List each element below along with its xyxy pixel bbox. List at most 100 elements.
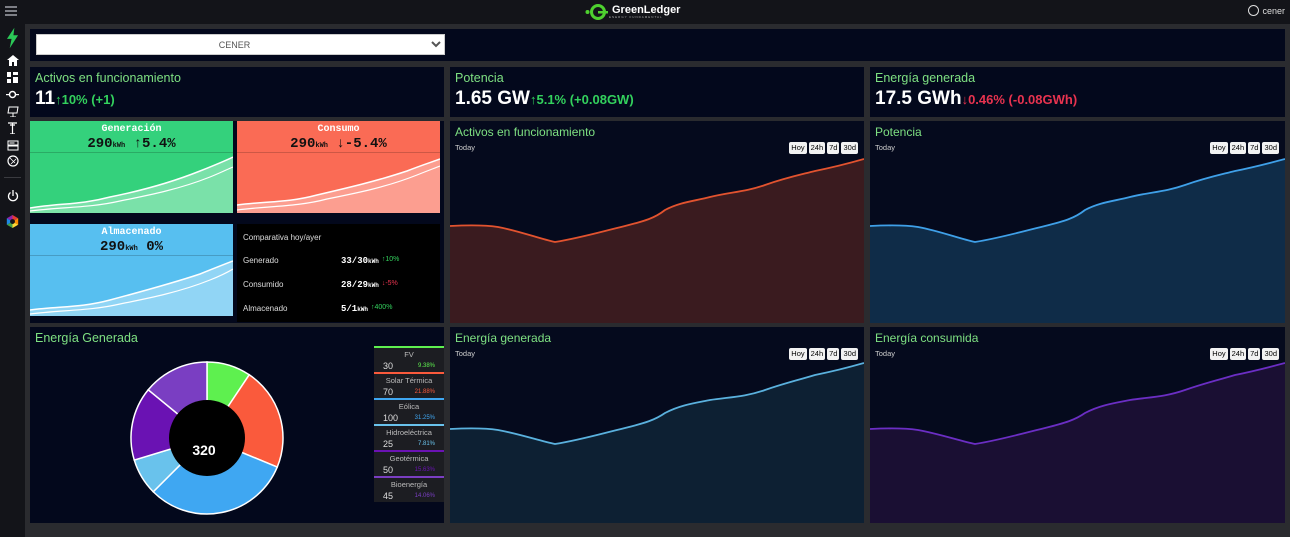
legend-pct: 31.25% — [414, 415, 435, 421]
row-delta: ↑10% — [381, 256, 400, 263]
chart-activos: Activos en funcionamiento Today Hoy 24h … — [450, 121, 864, 323]
kpi-energia-generada: Energía generada 17.5 GWh↓0.46% (-0.08GW… — [870, 67, 1285, 117]
logo: GreenLedger ENERGY FUNDAMENTAL — [585, 2, 680, 22]
value-number: 290 — [87, 136, 113, 152]
legend-value: 25 — [383, 439, 394, 449]
app-logo-icon[interactable] — [6, 213, 19, 229]
logo-text: GreenLedger — [612, 4, 681, 16]
value-number: 290 — [290, 136, 316, 152]
legend-value: 45 — [383, 491, 394, 501]
value-number: 290 — [99, 239, 126, 255]
sidebar — [0, 24, 25, 537]
area-chart — [450, 158, 864, 323]
chart-energia-consumida: Energía consumida Today Hoy 24h 7d 30d — [870, 327, 1285, 523]
kpi-value: 11 — [35, 88, 56, 109]
legend-value: 100 — [383, 413, 399, 423]
plug-icon[interactable] — [6, 88, 19, 100]
sidebar-divider — [4, 177, 21, 178]
top-bar: GreenLedger ENERGY FUNDAMENTAL cener — [0, 0, 1290, 24]
value-unit: kWh — [112, 142, 126, 150]
legend-item: Solar Térmica 70 21.88% — [374, 372, 444, 397]
value-unit: kWh — [125, 245, 138, 253]
row-value: 33/30kWh — [341, 256, 379, 266]
row-value-unit: kWh — [368, 258, 379, 265]
card-title: Generación — [101, 124, 162, 135]
logo-icon — [585, 4, 608, 20]
legend-pct: 14.06% — [414, 493, 435, 499]
legend-item: Eólica 100 31.25% — [374, 398, 444, 423]
kpi-delta: ↑5.1% (+0.08GW) — [529, 92, 634, 107]
user-menu[interactable]: cener — [1248, 5, 1285, 16]
row-value-number: 28/29 — [341, 280, 369, 290]
home-icon[interactable] — [6, 54, 19, 66]
row-value: 28/29kWh — [341, 280, 379, 290]
donut-chart — [130, 361, 284, 515]
legend-pct: 7.81% — [417, 441, 435, 447]
comparativa-row: Almacenado 5/1kWh ↑400% — [243, 304, 434, 314]
kpi-title: Energía generada — [875, 71, 976, 85]
legend-value: 30 — [383, 361, 394, 371]
site-select[interactable]: CENER — [36, 34, 445, 55]
chart-energia-generada: Energía generada Today Hoy 24h 7d 30d — [450, 327, 864, 523]
card-value: 290kWh ↓-5.4% — [237, 136, 440, 152]
legend-name: Bioenergía — [390, 480, 428, 489]
row-delta: ↓-5% — [381, 280, 398, 287]
row-delta: ↑400% — [371, 304, 393, 311]
area-chart — [450, 362, 864, 523]
kpi-value: 1.65 GW — [455, 88, 530, 109]
legend-name: Eólica — [398, 402, 420, 411]
tower-icon[interactable] — [6, 122, 19, 134]
legend-name: Geotérmica — [389, 454, 429, 463]
row-value-number: 5/1 — [341, 304, 358, 314]
legend-value: 70 — [383, 387, 394, 397]
row-label: Generado — [243, 256, 279, 265]
sparkline — [30, 260, 233, 316]
value-delta: ↑5.4% — [133, 136, 176, 152]
value-delta: 0% — [146, 239, 164, 255]
kpi-delta: ↓0.46% (-0.08GWh) — [961, 92, 1078, 107]
row-value-unit: kWh — [357, 306, 369, 313]
card-value: 290kWh 0% — [30, 239, 233, 255]
legend-pct: 15.63% — [414, 467, 435, 473]
menu-icon[interactable] — [5, 6, 17, 16]
generacion-card: Generación 290kWh ↑5.4% — [30, 121, 233, 213]
kpi-title: Activos en funcionamiento — [35, 71, 181, 85]
comparativa-row: Generado 33/30kWh ↑10% — [243, 256, 434, 266]
dashboard-icon[interactable] — [6, 71, 19, 83]
comparativa-row: Consumido 28/29kWh ↓-5% — [243, 280, 434, 290]
legend-item: Hidroeléctrica 25 7.81% — [374, 424, 444, 449]
row-label: Consumido — [243, 280, 284, 289]
card-title: Consumo — [317, 124, 360, 135]
battery-icon[interactable] — [6, 139, 19, 151]
chart-potencia: Potencia Today Hoy 24h 7d 30d — [870, 121, 1285, 323]
donut-legend: FV 30 9.38% Solar Térmica 70 21.88% Eóli… — [374, 346, 444, 502]
sparkline — [237, 158, 440, 213]
legend-value: 50 — [383, 465, 394, 475]
legend-name: Hidroeléctrica — [386, 428, 432, 437]
legend-item: Geotérmica 50 15.63% — [374, 450, 444, 475]
legend-pct: 21.88% — [414, 389, 435, 395]
row-value-unit: kWh — [368, 282, 379, 289]
legend-item: Bioenergía 45 14.06% — [374, 476, 444, 501]
solar-panel-icon[interactable] — [6, 105, 19, 117]
kpi-potencia: Potencia 1.65 GW↑5.1% (+0.08GW) — [450, 67, 864, 117]
value-unit: kWh — [315, 142, 328, 150]
power-icon[interactable] — [6, 190, 19, 202]
donut-total: 320 — [192, 442, 216, 458]
area-chart — [870, 158, 1285, 323]
globe-icon[interactable] — [6, 155, 19, 167]
row-value-number: 33/30 — [341, 256, 369, 266]
row-label: Almacenado — [243, 304, 288, 313]
almacenado-card: Almacenado 290kWh 0% — [30, 224, 233, 316]
lightning-icon[interactable] — [6, 27, 19, 49]
comparativa-panel: Comparativa hoy/ayer Generado 33/30kWh ↑… — [237, 224, 440, 322]
card-title: Almacenado — [101, 227, 162, 238]
kpi-value: 17.5 GWh — [875, 88, 962, 109]
kpi-activos: Activos en funcionamiento 11↑10% (+1) — [30, 67, 444, 117]
comparativa-title: Comparativa hoy/ayer — [243, 233, 322, 242]
kpi-title: Potencia — [455, 71, 504, 85]
kpi-delta: ↑10% (+1) — [55, 92, 115, 107]
legend-item: FV 30 9.38% — [374, 346, 444, 371]
row-value: 5/1kWh — [341, 304, 368, 314]
legend-pct: 9.38% — [417, 363, 435, 369]
